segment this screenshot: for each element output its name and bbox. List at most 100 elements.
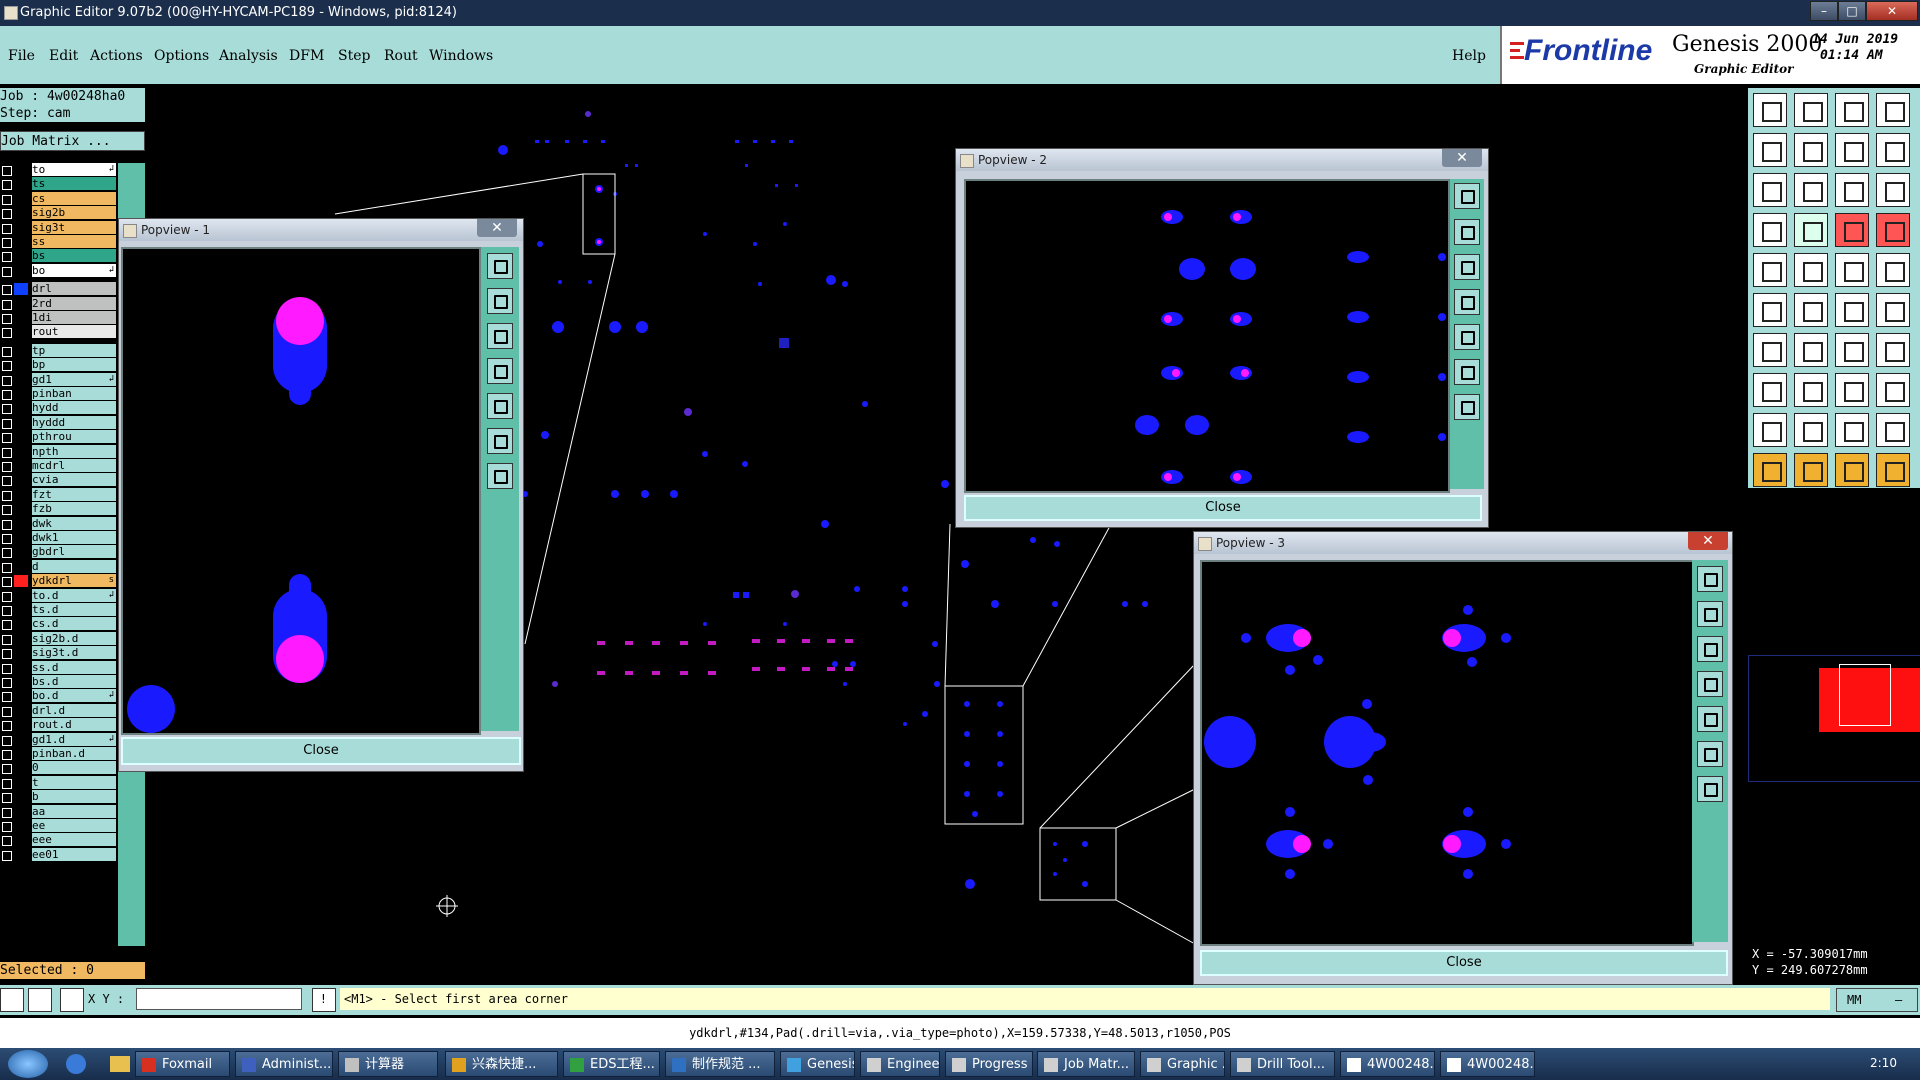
layer-checkbox[interactable] [2,194,12,205]
pointer-3-button[interactable] [1835,453,1869,487]
layer-name[interactable]: pinban [32,387,116,400]
layer-name[interactable]: sig3t.d [32,646,116,660]
layer-checkbox[interactable] [2,634,12,645]
layer-name[interactable]: npth [32,444,116,458]
layer-checkbox[interactable] [2,548,12,559]
layer-checkbox[interactable] [2,678,12,688]
layer-row[interactable]: cvia [0,473,116,487]
save-job-button[interactable] [1794,93,1828,127]
layer-row[interactable]: fzb [0,502,116,516]
layer-checkbox[interactable] [2,764,12,775]
layer-name[interactable]: b [32,790,116,804]
taskbar-item[interactable]: 4W00248... [1340,1051,1435,1077]
menu-windows[interactable]: Windows [429,48,493,64]
print-button[interactable] [1835,93,1869,127]
layer-name[interactable]: aa [32,804,116,818]
layer-checkbox[interactable] [2,735,12,746]
layer-checkbox[interactable] [2,649,12,660]
resize-button[interactable] [1835,373,1869,407]
layer-row[interactable]: npth [0,444,116,459]
move-button[interactable] [1835,293,1869,327]
layer-list-button[interactable] [1876,93,1910,127]
layer-row[interactable]: dwk [0,516,116,531]
layer-checkbox[interactable] [2,663,12,674]
layer-name[interactable]: cs [32,191,116,205]
taskbar-item[interactable]: Progress [945,1051,1033,1077]
draw-line-button[interactable] [1794,253,1828,287]
layer-row[interactable]: sig3t [0,220,116,235]
layer-row[interactable]: ss.d [0,660,116,675]
layer-row[interactable]: drl.d [0,703,116,718]
layer-row[interactable]: ts [0,177,116,191]
layer-name[interactable]: dwk [32,516,116,530]
layer-checkbox[interactable] [2,562,12,573]
taskbar-item[interactable]: Engineeri... [860,1051,940,1077]
layer-row[interactable]: aa [0,804,116,819]
layer-name[interactable]: sig3t [32,220,116,234]
layer-row[interactable]: bs [0,249,116,263]
folder-icon[interactable] [110,1056,130,1072]
zoom-in-button[interactable] [487,288,513,314]
layer-row[interactable]: ydkdrl s [0,574,116,588]
layer-row[interactable]: gd1.d ↲ [0,732,116,747]
popview-1-close-icon[interactable]: ✕ [477,219,517,237]
layer-name[interactable]: bs [32,249,116,263]
layer-row[interactable]: 1di [0,311,116,325]
layer-row[interactable]: gd1 ↲ [0,372,116,387]
overview-panel[interactable] [1748,655,1920,782]
zoom-in-button[interactable] [1794,173,1828,207]
layer-checkbox[interactable] [2,238,12,248]
layer-row[interactable]: drl [0,282,116,296]
layer-row[interactable]: sig2b [0,206,116,220]
layer-row[interactable]: to.d ↲ [0,588,116,603]
pan-right-button[interactable] [1794,133,1828,167]
layer-row[interactable]: cs.d [0,617,116,631]
layer-name[interactable]: bs.d [32,675,116,688]
taskbar-item[interactable]: 制作规范 ... [665,1051,775,1077]
pointer-2-button[interactable] [1794,453,1828,487]
home-view-button[interactable] [487,428,513,454]
zoom-1to1-button[interactable] [1835,173,1869,207]
connect-button[interactable] [1753,293,1787,327]
start-button[interactable] [8,1050,48,1078]
layer-name[interactable]: sig2b.d [32,631,116,645]
layer-name[interactable]: bo.d ↲ [32,689,116,703]
layer-name[interactable]: ts [32,177,116,191]
layer-row[interactable]: dwk1 [0,531,116,545]
layer-checkbox[interactable] [2,706,12,717]
taskbar-item[interactable]: 兴森快捷... [445,1051,558,1077]
layer-row[interactable]: d [0,559,116,574]
layer-checkbox[interactable] [2,285,12,296]
layer-name[interactable]: drl.d [32,703,116,717]
layer-checkbox[interactable] [2,721,12,732]
layer-name[interactable]: ss.d [32,660,116,674]
layer-checkbox[interactable] [2,606,12,616]
layer-checkbox[interactable] [2,778,12,789]
layer-checkbox[interactable] [2,166,12,176]
measure-button[interactable] [1753,213,1787,247]
layer-checkbox[interactable] [2,223,12,234]
layer-row[interactable]: bs.d [0,675,116,689]
layer-name[interactable]: fzt [32,487,116,501]
layer-checkbox[interactable] [2,180,12,191]
taskbar-item[interactable]: Job Matr... [1037,1051,1135,1077]
close-window-button[interactable]: ✕ [1866,1,1918,21]
layer-checkbox[interactable] [2,462,12,472]
layer-name[interactable]: mcdrl [32,459,116,472]
layer-row[interactable]: eee [0,833,116,847]
pan-right-button[interactable] [1454,324,1480,350]
layer-checkbox[interactable] [2,418,12,429]
layer-name[interactable]: gbdrl [32,545,116,559]
open-step-button[interactable] [1753,93,1787,127]
layer-name[interactable]: bp [32,358,116,372]
rotate-button[interactable] [1835,333,1869,367]
taskbar-item[interactable]: Administ... [235,1051,333,1077]
layer-name[interactable]: fzb [32,502,116,516]
ie-icon[interactable] [66,1054,86,1074]
layer-checkbox[interactable] [2,404,12,415]
xy-input[interactable] [136,988,302,1010]
layer-checkbox[interactable] [2,620,12,631]
layer-row[interactable]: ee [0,819,116,833]
triangle-blue-button[interactable] [1835,413,1869,447]
layer-checkbox[interactable] [2,534,12,544]
